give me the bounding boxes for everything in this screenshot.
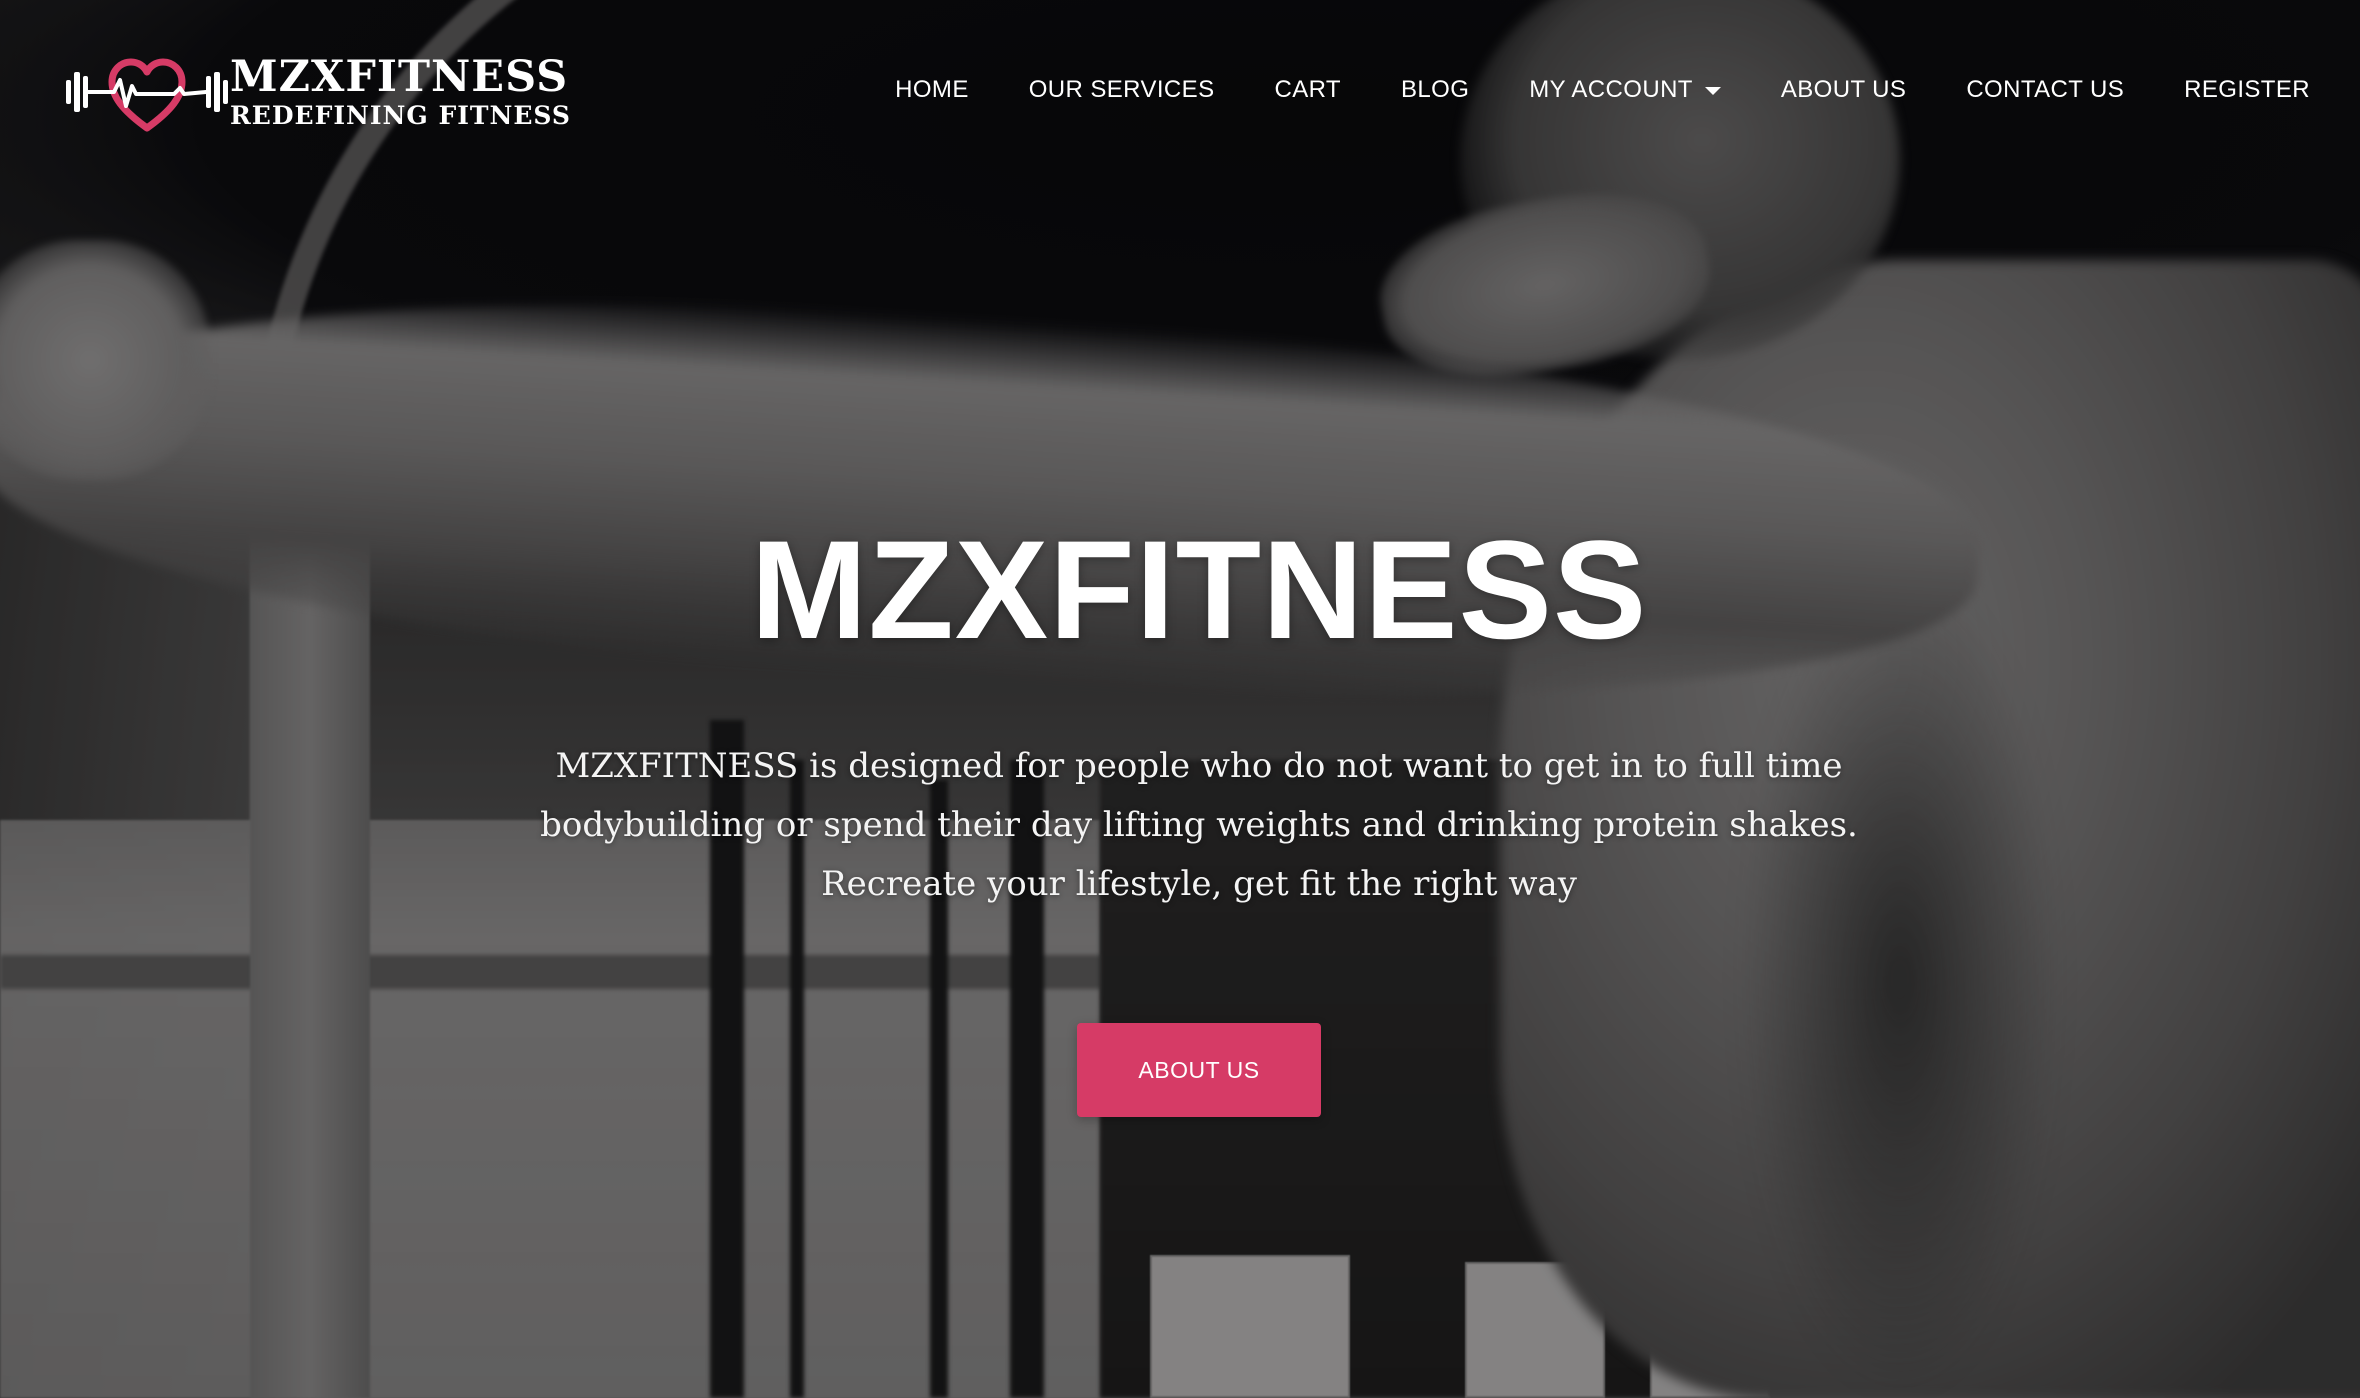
nav-item-label: BLOG xyxy=(1400,76,1470,103)
logo-title: MZXFITNESS xyxy=(230,52,569,102)
nav-item-home[interactable]: HOME xyxy=(895,76,969,104)
nav-item-about-us[interactable]: ABOUT US xyxy=(1781,76,1906,104)
about-us-button[interactable]: ABOUT US xyxy=(1077,1023,1321,1117)
main-nav: HOME OUR SERVICES CART BLOG MY ACCOUNT A… xyxy=(895,70,2310,110)
nav-item-register[interactable]: REGISTER xyxy=(2184,76,2310,104)
site-logo[interactable]: MZXFITNESS REDEFINING FITNESS xyxy=(64,50,571,134)
logo-text: MZXFITNESS REDEFINING FITNESS xyxy=(230,52,571,130)
nav-item-label: CONTACT US xyxy=(1966,76,2125,103)
nav-item-label: OUR SERVICES xyxy=(1028,76,1215,103)
hero-description: MZXFITNESS is designed for people who do… xyxy=(540,746,1858,904)
nav-item-label: HOME xyxy=(895,76,969,103)
nav-item-label: ABOUT US xyxy=(1780,76,1907,103)
nav-item-label: REGISTER xyxy=(2184,76,2310,103)
site-header: MZXFITNESS REDEFINING FITNESS HOME OUR S… xyxy=(0,0,2360,180)
nav-item-blog[interactable]: BLOG xyxy=(1401,76,1469,104)
nav-item-our-services[interactable]: OUR SERVICES xyxy=(1029,76,1215,104)
nav-item-label: CART xyxy=(1274,76,1341,103)
nav-item-contact-us[interactable]: CONTACT US xyxy=(1966,76,2124,104)
heartbeat-dumbbell-icon xyxy=(66,58,228,132)
hero-content: MZXFITNESS MZXFITNESS is designed for pe… xyxy=(0,515,2360,1117)
hero-title: MZXFITNESS xyxy=(750,511,1648,668)
nav-item-cart[interactable]: CART xyxy=(1274,76,1341,104)
chevron-down-icon xyxy=(1704,87,1721,95)
hero-section: MZXFITNESS REDEFINING FITNESS HOME OUR S… xyxy=(0,0,2360,1398)
logo-tagline: REDEFINING FITNESS xyxy=(230,101,571,130)
nav-item-label: MY ACCOUNT xyxy=(1529,76,1693,103)
nav-item-my-account[interactable]: MY ACCOUNT xyxy=(1529,76,1721,104)
